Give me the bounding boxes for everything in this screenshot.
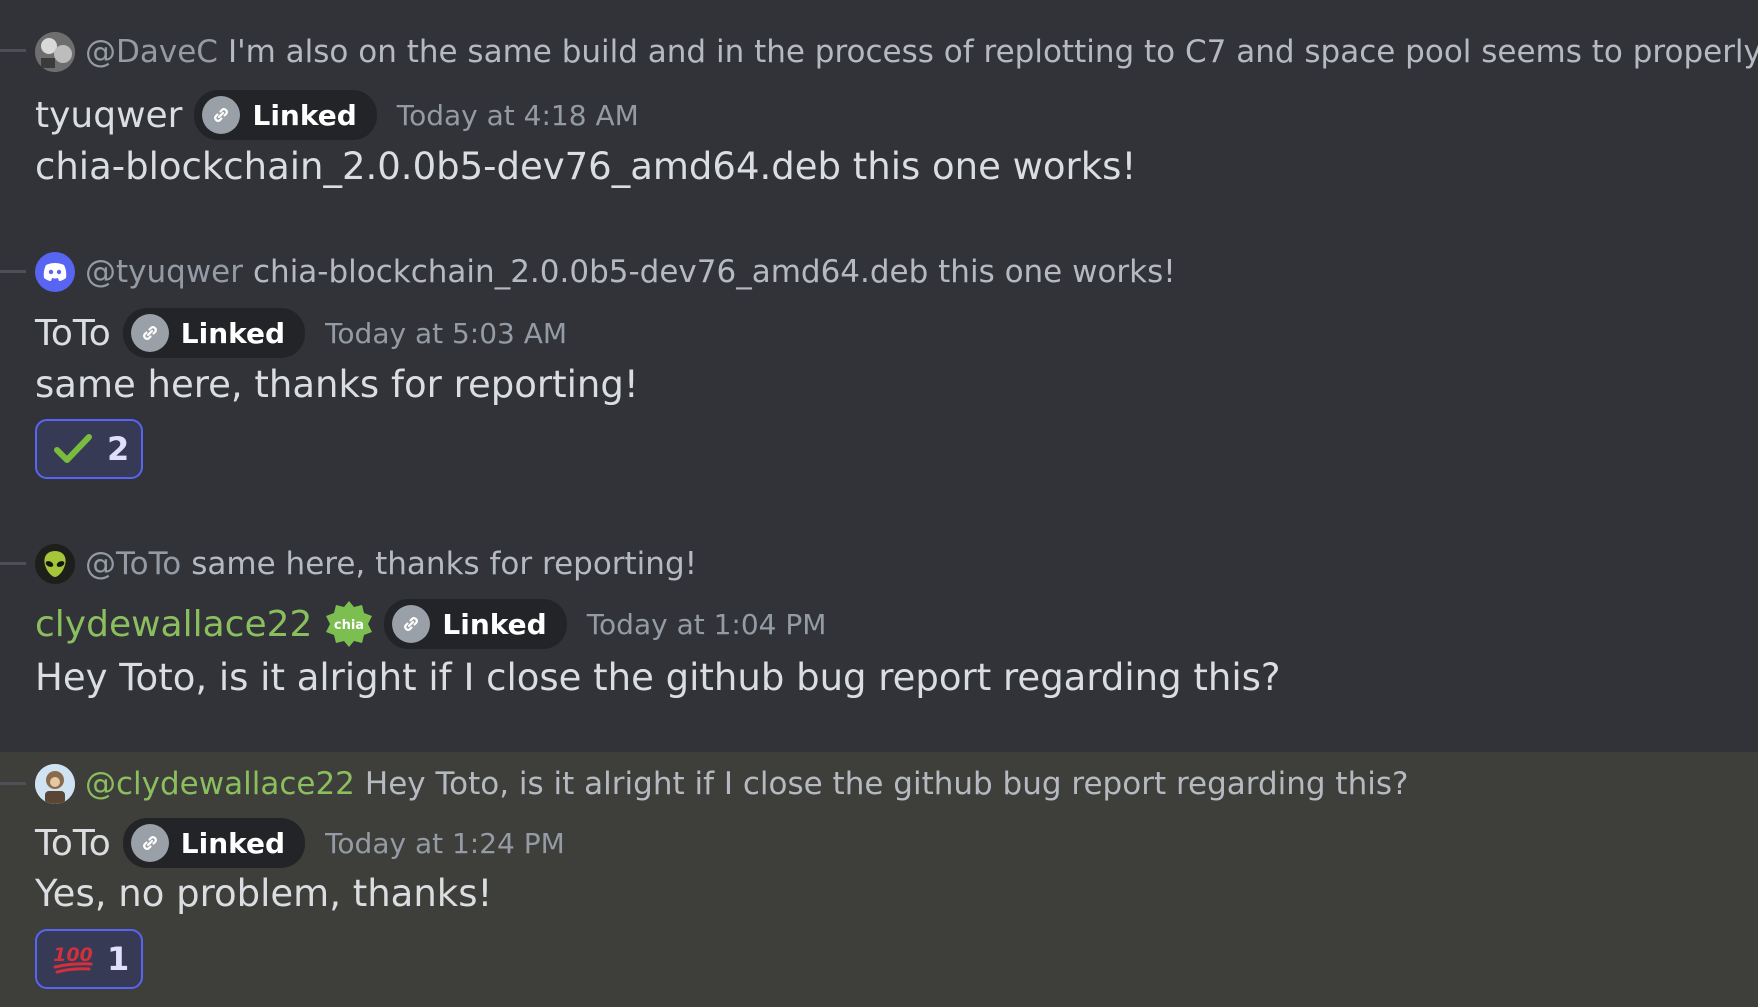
username[interactable]: ToTo [35,823,111,864]
reply-text[interactable]: I'm also on the same build and in the pr… [228,34,1758,70]
message-2: @tyuqwer chia-blockchain_2.0.0b5-dev76_a… [0,218,1758,498]
reply-connector [0,782,26,785]
message-header: ToTo Linked Today at 5:03 AM [35,307,567,359]
message-header: ToTo Linked Today at 1:24 PM [35,817,565,869]
message-content: same here, thanks for reporting! [35,363,639,406]
timestamp[interactable]: Today at 4:18 AM [397,99,639,132]
reply-mention[interactable]: @ToTo [85,546,181,582]
link-icon [130,824,169,862]
reply-text[interactable]: chia-blockchain_2.0.0b5-dev76_amd64.deb … [253,254,1176,290]
linked-badge[interactable]: Linked [122,308,306,358]
timestamp[interactable]: Today at 1:24 PM [325,827,565,860]
monkey-avatar-icon[interactable] [35,764,75,804]
badge-label: Linked [180,316,286,350]
message-1: @DaveC I'm also on the same build and in… [0,0,1758,200]
reply-preview[interactable]: @tyuqwer chia-blockchain_2.0.0b5-dev76_a… [35,250,1176,294]
reaction-button[interactable]: 100 1 [35,929,143,989]
svg-text:chia: chia [334,618,364,633]
username[interactable]: tyuqwer [35,95,182,136]
linked-badge[interactable]: Linked [194,90,377,140]
avatar-photo-icon[interactable] [35,32,75,72]
badge-label: Linked [252,98,357,132]
reaction-count: 2 [107,430,130,468]
reply-connector [0,562,26,565]
reply-preview[interactable]: @ToTo same here, thanks for reporting! [35,542,697,586]
reply-text[interactable]: Hey Toto, is it alright if I close the g… [365,766,1409,802]
reply-preview[interactable]: @clydewallace22 Hey Toto, is it alright … [35,762,1408,806]
message-4: @clydewallace22 Hey Toto, is it alright … [0,752,1758,1007]
username[interactable]: clydewallace22 [35,604,312,645]
reply-preview[interactable]: @DaveC I'm also on the same build and in… [35,30,1758,74]
username[interactable]: ToTo [35,313,111,354]
check-mark-icon [51,429,95,469]
link-icon [130,314,169,352]
chia-role-icon[interactable]: chia [324,599,374,649]
reply-mention[interactable]: @clydewallace22 [85,766,355,802]
link-icon [392,605,431,643]
reply-mention[interactable]: @tyuqwer [85,254,243,290]
message-header: tyuqwer Linked Today at 4:18 AM [35,89,639,141]
linked-badge[interactable]: Linked [384,599,567,649]
reply-connector [0,270,26,273]
reply-text[interactable]: same here, thanks for reporting! [191,546,697,582]
message-content: chia-blockchain_2.0.0b5-dev76_amd64.deb … [35,145,1137,188]
badge-label: Linked [442,607,547,641]
alien-avatar-icon[interactable] [35,544,75,584]
message-content: Yes, no problem, thanks! [35,872,493,915]
linked-badge[interactable]: Linked [122,818,306,868]
badge-label: Linked [180,826,286,860]
reaction-count: 1 [107,940,130,978]
discord-logo-icon[interactable] [35,252,75,292]
message-3: @ToTo same here, thanks for reporting! c… [0,530,1758,752]
message-header: clydewallace22 chia Linked Today at 1:04… [35,598,826,650]
link-icon [202,96,241,134]
reply-connector [0,49,26,52]
timestamp[interactable]: Today at 1:04 PM [587,608,827,641]
reply-mention[interactable]: @DaveC [85,34,218,70]
timestamp[interactable]: Today at 5:03 AM [325,317,567,350]
message-content: Hey Toto, is it alright if I close the g… [35,656,1281,699]
chat-message-list: @DaveC I'm also on the same build and in… [0,0,1758,1007]
reaction-button[interactable]: 2 [35,419,143,479]
hundred-points-icon: 100 [51,939,95,979]
